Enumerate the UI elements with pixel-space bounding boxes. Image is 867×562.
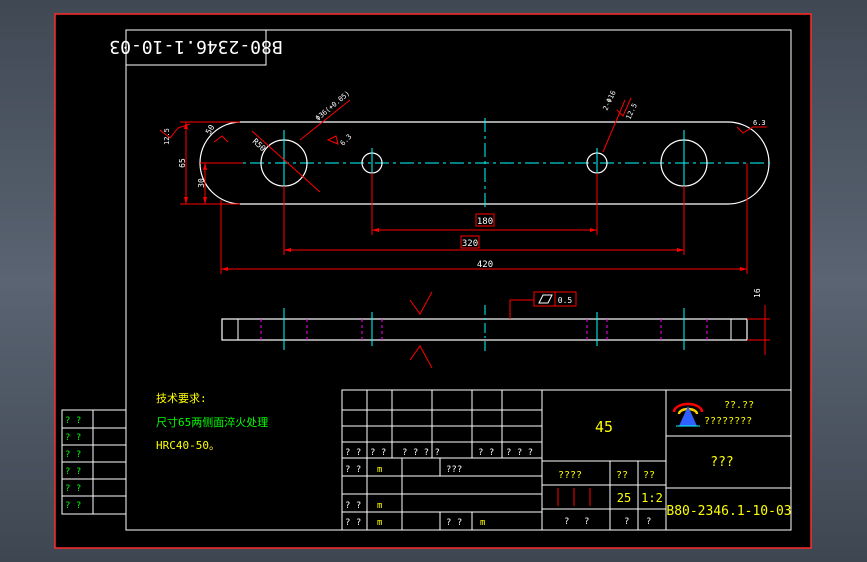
flatness-value: 0.5 xyxy=(558,296,573,305)
dim-65: 65 xyxy=(178,158,187,168)
ra-right: 6.3 xyxy=(753,119,766,127)
left-label: ? ? xyxy=(65,484,81,494)
rotated-drawing-code: B80-2346.1-10-03 xyxy=(109,36,282,57)
rev-cell: ? ? xyxy=(478,448,494,458)
rev-mark: m xyxy=(377,465,382,475)
weight-header-2: ?? xyxy=(643,470,655,481)
rev-mark: m xyxy=(480,518,485,528)
rev-mark: m xyxy=(377,501,382,511)
sheet-cell: ? xyxy=(584,517,589,527)
company-name: ??.?? xyxy=(724,400,754,411)
sheet-cell: ? xyxy=(624,517,629,527)
rev-cell: ? ? xyxy=(345,501,361,511)
rev-cell: ? ? ? ? xyxy=(402,448,440,458)
rev-cell: ? ? xyxy=(345,448,361,458)
rev-cell: ? ? ? xyxy=(506,448,533,458)
dim-180: 180 xyxy=(477,217,493,227)
ra-left: 12.5 xyxy=(163,128,171,145)
drawing-code: B80-2346.1-10-03 xyxy=(666,504,791,519)
left-label: ? ? xyxy=(65,450,81,460)
rev-cell: ? ? xyxy=(345,518,361,528)
rev-cell: ? ? xyxy=(345,465,361,475)
dim-16: 16 xyxy=(753,288,762,298)
cad-viewport[interactable]: B80-2346.1-10-03 180 320 420 65 30 R50 5… xyxy=(0,0,867,562)
dim-320: 320 xyxy=(462,239,478,249)
dim-420: 420 xyxy=(477,260,493,270)
weight-header-1: ?? xyxy=(616,470,628,481)
company-name-2: ???????? xyxy=(704,416,752,427)
rev-cell: ??? xyxy=(446,465,462,475)
left-label: ? ? xyxy=(65,433,81,443)
left-label: ? ? xyxy=(65,501,81,511)
rev-cell: ? ? xyxy=(446,518,462,528)
sheet-cell: ? xyxy=(564,517,569,527)
tech-title: 技术要求: xyxy=(156,392,207,405)
scale-value: 1:2 xyxy=(641,491,663,505)
material-text: 45 xyxy=(595,418,613,436)
drawing-sheet: B80-2346.1-10-03 180 320 420 65 30 R50 5… xyxy=(54,13,812,549)
sheet-outer-border xyxy=(54,13,812,549)
sheet-cell: ? xyxy=(646,517,651,527)
dim-30: 30 xyxy=(197,178,206,188)
tech-line-1: 尺寸65两侧面淬火处理 xyxy=(156,415,268,429)
left-label: ? ? xyxy=(65,416,81,426)
rev-cell: ? ? xyxy=(370,448,386,458)
part-name: ??? xyxy=(710,455,733,470)
left-label: ? ? xyxy=(65,467,81,477)
quantity-value: 25 xyxy=(617,491,631,505)
rev-mark: m xyxy=(377,518,382,528)
scale-header: ???? xyxy=(558,470,582,481)
tech-line-2: HRC40-50。 xyxy=(156,439,220,452)
